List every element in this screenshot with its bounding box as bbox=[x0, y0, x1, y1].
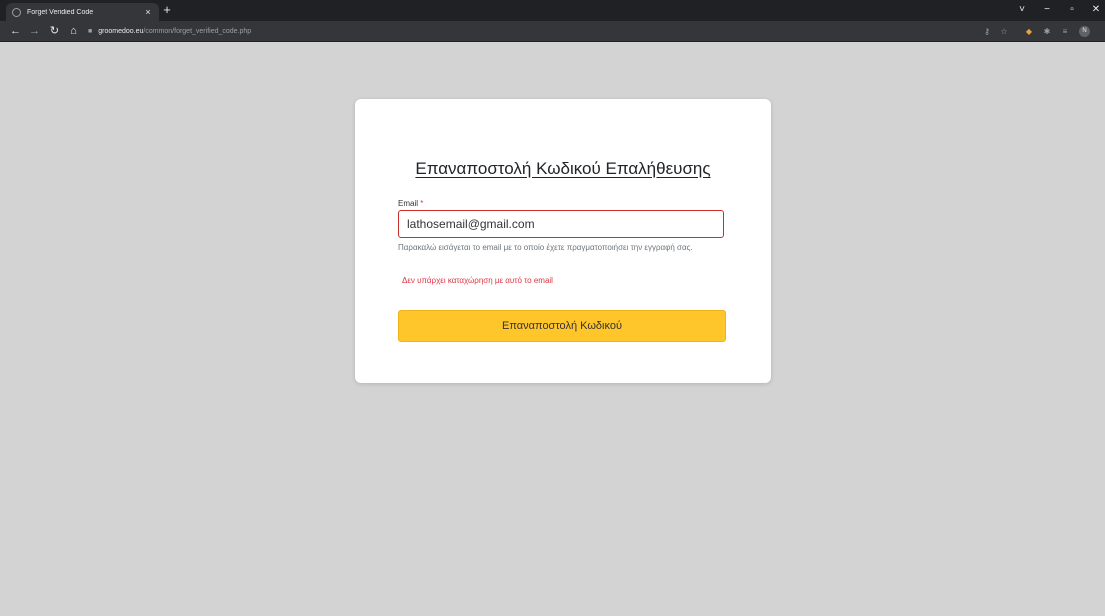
back-icon[interactable]: ← bbox=[8, 24, 23, 39]
globe-icon bbox=[12, 7, 21, 17]
url-host: groomedoo.eu bbox=[98, 28, 144, 35]
form-card: Επαναποστολή Κωδικού Επαλήθευσης Email *… bbox=[355, 99, 771, 383]
tab-close-button[interactable]: × bbox=[143, 7, 153, 17]
forward-icon[interactable]: → bbox=[27, 24, 42, 39]
key-icon[interactable]: ⚷ bbox=[980, 24, 994, 39]
reading-list-icon[interactable]: ≡ bbox=[1058, 24, 1072, 39]
page-title: Επαναποστολή Κωδικού Επαλήθευσης bbox=[415, 159, 711, 178]
url-path: /common/forget_verified_code.php bbox=[143, 28, 252, 35]
tab-search-icon[interactable]: ˅ bbox=[1015, 2, 1029, 18]
puzzle-icon[interactable]: ✱ bbox=[1040, 24, 1054, 39]
page-background: Επαναποστολή Κωδικού Επαλήθευσης Email *… bbox=[0, 42, 1105, 616]
required-mark: * bbox=[420, 199, 424, 208]
resend-code-button[interactable]: Επαναποστολή Κωδικού bbox=[398, 310, 726, 342]
reload-icon[interactable]: ↻ bbox=[47, 24, 62, 39]
browser-tab[interactable]: Forget Veridied Code × bbox=[6, 3, 159, 21]
star-icon[interactable]: ☆ bbox=[997, 24, 1011, 39]
home-icon[interactable]: ⌂ bbox=[66, 24, 81, 39]
email-help-text: Παρακαλώ εισάγεται το email με το οποίο … bbox=[398, 243, 693, 252]
browser-toolbar: ← → ↻ ⌂ ■ groomedoo.eu /common/forget_ve… bbox=[0, 21, 1105, 42]
new-tab-button[interactable]: + bbox=[160, 2, 174, 18]
email-label: Email * bbox=[398, 199, 423, 208]
lock-icon: ■ bbox=[88, 28, 93, 35]
email-error-message: Δεν υπάρχει καταχώρηση με αυτό το email bbox=[402, 276, 553, 285]
minimize-button[interactable]: − bbox=[1040, 2, 1054, 18]
browser-tab-bar: Forget Veridied Code × + ˅ − ▫ ✕ bbox=[0, 0, 1105, 21]
email-field[interactable] bbox=[398, 210, 724, 238]
close-window-button[interactable]: ✕ bbox=[1089, 2, 1103, 18]
profile-avatar[interactable]: N bbox=[1079, 26, 1090, 37]
address-bar[interactable]: ■ groomedoo.eu /common/forget_verified_c… bbox=[88, 24, 988, 39]
email-label-text: Email bbox=[398, 199, 419, 208]
maximize-button[interactable]: ▫ bbox=[1065, 2, 1079, 18]
extension-icon[interactable]: ◆ bbox=[1022, 24, 1036, 39]
tab-title: Forget Veridied Code bbox=[27, 8, 94, 16]
